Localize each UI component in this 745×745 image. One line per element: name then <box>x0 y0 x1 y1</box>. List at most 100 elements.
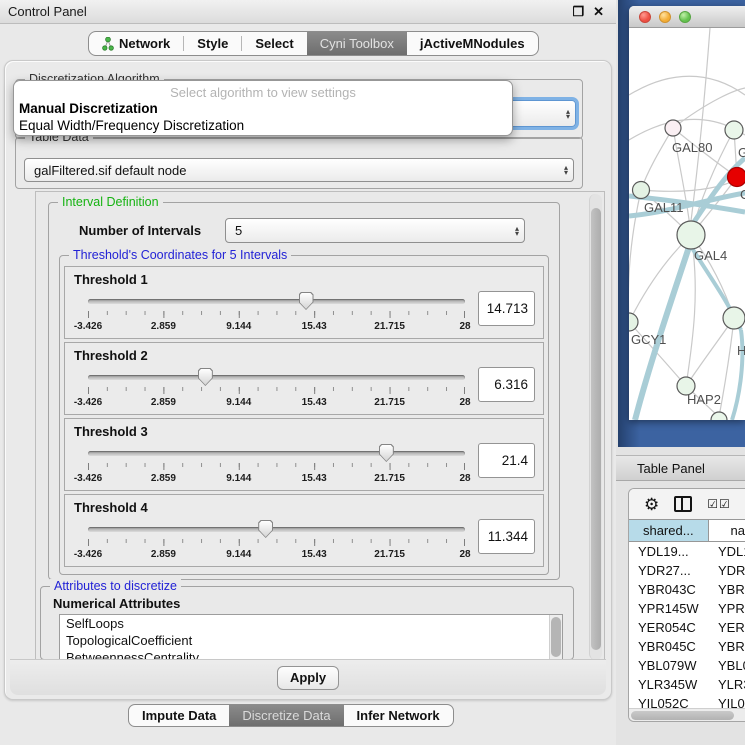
tab-infer-network[interactable]: Infer Network <box>344 705 453 726</box>
tab-select[interactable]: Select <box>242 32 306 55</box>
interval-definition-group-title: Interval Definition <box>58 195 163 209</box>
attribute-list-item[interactable]: TopologicalCoefficient <box>60 632 562 649</box>
threshold-value-field[interactable]: 6.316 <box>478 367 535 402</box>
tab-network[interactable]: Network <box>89 32 183 55</box>
panel-scrollbar[interactable] <box>589 194 602 660</box>
number-of-intervals-combobox[interactable]: 5 ▴▾ <box>225 218 525 243</box>
tab-cyni-toolbox[interactable]: Cyni Toolbox <box>307 32 407 55</box>
threshold-slider[interactable]: -3.426 2.859 9.144 15.43 21.715 28 <box>88 518 465 566</box>
threshold-list: Threshold 1 -3.426 <box>64 266 544 570</box>
table-row[interactable]: YBL079W YBL0 <box>629 656 745 675</box>
threshold-label: Threshold 4 <box>74 500 148 515</box>
table-header-row: shared... na <box>629 519 745 542</box>
table-panel: ⚙ ☑☑ shared... na YDL19... YDL1 YDR27... <box>628 488 745 722</box>
tab-style[interactable]: Style <box>184 32 241 55</box>
cell-name: YLR3 <box>710 677 745 692</box>
table-horizontal-scrollbar[interactable] <box>629 708 745 721</box>
apply-footer: Apply <box>10 659 606 695</box>
node <box>665 120 681 136</box>
float-window-icon[interactable]: ❐ <box>572 5 584 18</box>
thresholds-group: Threshold's Coordinates for 5 Intervals … <box>59 255 549 575</box>
settings-scroll-panel: Interval Definition Number of Intervals … <box>35 191 605 663</box>
threshold-row: Threshold 3 -3.426 <box>64 418 544 491</box>
table-row[interactable]: YBR045C YBR0 <box>629 637 745 656</box>
numerical-attributes-label: Numerical Attributes <box>53 596 180 611</box>
tab-jactivemnodules[interactable]: jActiveMNodules <box>407 32 538 55</box>
node-highlighted <box>728 168 745 187</box>
cyni-toolbox-panel: Discretization Algorithm ▴▾ Table Data g… <box>4 60 612 700</box>
tab-impute-data[interactable]: Impute Data <box>129 705 229 726</box>
node <box>633 182 650 199</box>
slider-major-ticks <box>88 463 465 470</box>
table-row[interactable]: YPR145W YPR1 <box>629 599 745 618</box>
close-traffic-light-icon[interactable] <box>639 11 651 23</box>
attribute-list-item[interactable]: SelfLoops <box>60 615 562 632</box>
minimize-traffic-light-icon[interactable] <box>659 11 671 23</box>
algorithm-dropdown-popup: Select algorithm to view settings Manual… <box>13 80 513 136</box>
cell-shared-name: YBR045C <box>629 639 710 654</box>
tab-discretize-data[interactable]: Discretize Data <box>229 705 343 726</box>
algorithm-option-equal-width[interactable]: Equal Width/Frequency Discretization <box>18 118 508 135</box>
cell-shared-name: YBL079W <box>629 658 710 673</box>
table-row[interactable]: YDL19... YDL1 <box>629 542 745 561</box>
slider-thumb[interactable] <box>198 368 213 386</box>
threshold-slider[interactable]: -3.426 2.859 9.144 15.43 21.715 28 <box>88 442 465 490</box>
threshold-slider[interactable]: -3.426 2.859 9.144 15.43 21.715 28 <box>88 366 465 414</box>
slider-major-ticks <box>88 311 465 318</box>
network-window: GAL80 G C GAL11 GAL4 GCY1 H HAP2 <box>629 6 745 420</box>
panel-scrollbar-thumb[interactable] <box>591 208 601 650</box>
gear-icon[interactable]: ⚙ <box>644 496 659 513</box>
right-region: GAL80 G C GAL11 GAL4 GCY1 H HAP2 Table P… <box>616 0 745 745</box>
threshold-slider[interactable]: -3.426 2.859 9.144 15.43 21.715 28 <box>88 290 465 338</box>
table-data-combobox[interactable]: galFiltered.sif default node ▴▾ <box>24 158 574 182</box>
table-row[interactable]: YLR345W YLR3 <box>629 675 745 694</box>
cell-name: YER0 <box>710 620 745 635</box>
combo-arrows-icon: ▴▾ <box>566 109 570 119</box>
node-gcy1 <box>629 313 638 331</box>
node-label: GAL4 <box>694 248 727 263</box>
control-panel-titlebar: Control Panel ❐ ✕ <box>0 0 616 24</box>
node-label: HAP2 <box>687 392 721 407</box>
slider-track[interactable] <box>88 375 465 380</box>
columns-icon[interactable] <box>674 496 692 512</box>
slider-major-ticks <box>88 387 465 394</box>
threshold-value-field[interactable]: 14.713 <box>478 291 535 326</box>
threshold-label: Threshold 2 <box>74 348 148 363</box>
table-data-combobox-value: galFiltered.sif default node <box>34 163 186 178</box>
table-horizontal-scrollbar-thumb[interactable] <box>631 711 734 720</box>
slider-track[interactable] <box>88 527 465 532</box>
zoom-traffic-light-icon[interactable] <box>679 11 691 23</box>
slider-thumb[interactable] <box>258 520 273 538</box>
apply-button[interactable]: Apply <box>277 666 339 690</box>
column-header-shared-name[interactable]: shared... <box>629 520 709 541</box>
list-scrollbar[interactable] <box>549 615 562 659</box>
table-row[interactable]: YDR27... YDR2 <box>629 561 745 580</box>
table-row[interactable]: YER054C YER0 <box>629 618 745 637</box>
cell-name: YDL1 <box>710 544 745 559</box>
cell-shared-name: YPR145W <box>629 601 710 616</box>
numerical-attributes-list: SelfLoops TopologicalCoefficient Between… <box>59 614 563 660</box>
cell-shared-name: YDL19... <box>629 544 710 559</box>
threshold-value-field[interactable]: 21.4 <box>478 443 535 478</box>
slider-thumb[interactable] <box>299 292 314 310</box>
combo-arrows-icon: ▴▾ <box>564 165 568 175</box>
column-header-name[interactable]: na <box>709 520 745 541</box>
network-canvas[interactable]: GAL80 G C GAL11 GAL4 GCY1 H HAP2 <box>629 28 745 420</box>
slider-thumb[interactable] <box>379 444 394 462</box>
thresholds-group-title: Threshold's Coordinates for 5 Intervals <box>69 248 291 262</box>
slider-tick-labels: -3.426 2.859 9.144 15.43 21.715 28 <box>88 321 465 334</box>
node <box>723 307 745 329</box>
list-scrollbar-thumb[interactable] <box>551 617 561 657</box>
slider-track[interactable] <box>88 299 465 304</box>
algorithm-option-manual[interactable]: Manual Discretization <box>18 101 508 118</box>
network-window-titlebar[interactable] <box>629 6 745 28</box>
slider-tick-labels: -3.426 2.859 9.144 15.43 21.715 28 <box>88 549 465 562</box>
cell-shared-name: YER054C <box>629 620 710 635</box>
slider-track[interactable] <box>88 451 465 456</box>
close-icon[interactable]: ✕ <box>593 5 604 18</box>
threshold-row: Threshold 2 -3.426 <box>64 342 544 415</box>
cell-name: YBL0 <box>710 658 745 673</box>
threshold-value-field[interactable]: 11.344 <box>478 519 535 554</box>
table-row[interactable]: YBR043C YBR0 <box>629 580 745 599</box>
select-columns-checkboxes-icon[interactable]: ☑☑ <box>707 497 731 511</box>
